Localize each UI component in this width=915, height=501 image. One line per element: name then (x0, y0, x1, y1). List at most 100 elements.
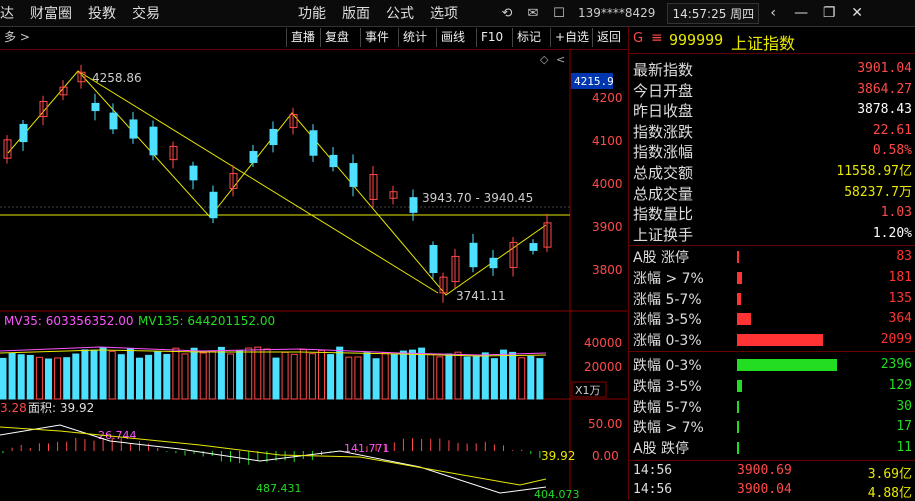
quote-panel: G ≡ 999999 上证指数 最新指数 3901.04 今日开盘 3864.27… (628, 27, 915, 501)
stat-value: 3864.27 (857, 81, 912, 97)
chevron-left-icon[interactable]: < (556, 53, 565, 66)
stat-value: 1.03 (880, 205, 912, 221)
account-label[interactable]: 139****8429 (572, 6, 661, 20)
distribution-bar (737, 421, 739, 434)
volume-bar (363, 352, 371, 400)
volume-bar (345, 356, 353, 400)
distribution-label: 跌幅 5-7% (633, 399, 702, 416)
distribution-label: 跌幅 0-3% (633, 358, 702, 374)
menu-item-trade[interactable]: 交易 (124, 3, 168, 23)
volume-bar (72, 353, 80, 400)
volume-bar (518, 357, 526, 400)
volume-bar (454, 351, 462, 400)
volume-bar (190, 347, 198, 400)
stat-value: 11558.97亿 (836, 164, 912, 179)
distribution-value: 364 (888, 311, 912, 327)
kline-chart[interactable]: ◇ < 4215.9 4200 4100 4000 3900 3800 4258… (0, 49, 627, 500)
volume-bar (500, 349, 507, 400)
add-watchlist-button[interactable]: +自选 (550, 28, 593, 47)
volume-bar (227, 353, 234, 400)
volume-bar (281, 351, 289, 400)
diamond-icon[interactable]: ◇ (540, 53, 549, 66)
collapse-icon[interactable]: ‹ (759, 5, 787, 21)
distribution-row: 涨幅 5-7% 135 (629, 289, 915, 310)
live-button[interactable]: 直播 (286, 28, 319, 47)
menu-item-options[interactable]: 选项 (422, 3, 466, 23)
candle (469, 242, 478, 268)
high-annotation: 4258.86 (92, 71, 142, 85)
f10-button[interactable]: F10 (476, 28, 507, 47)
review-button[interactable]: 复盘 (320, 28, 353, 47)
close-icon[interactable]: ✕ (843, 5, 871, 21)
menu-item-layout[interactable]: 版面 (334, 3, 378, 23)
volume-bar (126, 347, 134, 400)
volume-bar (181, 353, 189, 400)
volume-bar (463, 356, 471, 400)
candle (349, 163, 358, 187)
volume-bar (35, 356, 43, 400)
chart-toolbar: 多 > 直播 复盘 事件 统计 画线 F10 标记 +自选 返回 (0, 27, 627, 50)
volume-bar (81, 349, 89, 400)
volume-bar (381, 352, 389, 400)
candle (149, 126, 158, 156)
stat-label: 上证换手 (633, 225, 694, 244)
panel-divider (629, 460, 915, 461)
menu-item-wealth[interactable]: 财富圈 (22, 3, 80, 23)
stat-row: 指数涨跌 22.61 (629, 121, 915, 141)
volume-bar (108, 350, 116, 400)
distribution-row: 涨幅 > 7% 181 (629, 268, 915, 289)
draw-line-button[interactable]: 画线 (436, 28, 469, 47)
menu-item-formula[interactable]: 公式 (378, 3, 422, 23)
stat-row: 指数涨幅 0.58% (629, 141, 915, 161)
kline-chart-area[interactable]: ◇ < 4215.9 4200 4100 4000 3900 3800 4258… (0, 49, 627, 500)
refresh-icon[interactable]: ⟲ (494, 6, 520, 21)
volume-bar (263, 348, 271, 400)
more-tab[interactable]: 多 > (0, 28, 34, 47)
distribution-bar (737, 334, 823, 347)
message-icon[interactable]: ✉ (520, 6, 546, 21)
volume-bar (336, 346, 344, 400)
volume-bar (272, 357, 280, 400)
price-axis-label: 3800 (592, 263, 623, 277)
distribution-label: 涨幅 > 7% (633, 270, 704, 287)
candle (91, 102, 100, 112)
candle (19, 123, 28, 143)
stat-value: 3878.43 (857, 102, 912, 118)
menu-item-function[interactable]: 功能 (290, 3, 334, 23)
restore-icon[interactable]: ❐ (815, 5, 843, 21)
menu-item-education[interactable]: 投教 (80, 3, 124, 23)
panel-divider (629, 351, 915, 352)
volume-bar (236, 350, 244, 400)
distribution-value: 30 (896, 398, 912, 414)
stat-row: 总成交量 58237.7万 (629, 183, 915, 203)
stat-value: 0.58% (872, 143, 912, 159)
stat-value: 22.61 (872, 122, 912, 138)
volume-bar (308, 353, 316, 400)
indicator-mark: 487.431 (256, 482, 302, 495)
stat-label: 昨日收盘 (633, 102, 694, 121)
candle (129, 119, 138, 139)
indicator-axis-label: 0.00 (592, 449, 619, 463)
volume-unit: X1万 (575, 384, 601, 397)
distribution-label: A股 跌停 (633, 441, 690, 458)
mail-icon[interactable]: ☐ (546, 6, 572, 21)
distribution-bar (737, 271, 742, 284)
volume-bar (99, 347, 107, 400)
trend-line (7, 70, 547, 296)
stat-row: 今日开盘 3864.27 (629, 80, 915, 100)
tick-row: 14:56 3900.04 4.88亿 (629, 482, 915, 501)
minimize-icon[interactable]: — (787, 5, 815, 21)
event-button[interactable]: 事件 (360, 28, 393, 47)
volume-bar (490, 358, 498, 400)
mark-button[interactable]: 标记 (512, 28, 545, 47)
volume-bar (245, 347, 253, 400)
menu-icon[interactable]: ≡ (651, 30, 663, 46)
tick-time: 14:56 (633, 463, 673, 478)
back-button[interactable]: 返回 (592, 28, 625, 47)
volume-bar (26, 354, 34, 400)
menu-item-1[interactable]: 达 (0, 3, 22, 23)
volume-bar (8, 352, 16, 400)
candle (489, 257, 498, 269)
statistics-button[interactable]: 统计 (398, 28, 431, 47)
candle (209, 191, 218, 219)
